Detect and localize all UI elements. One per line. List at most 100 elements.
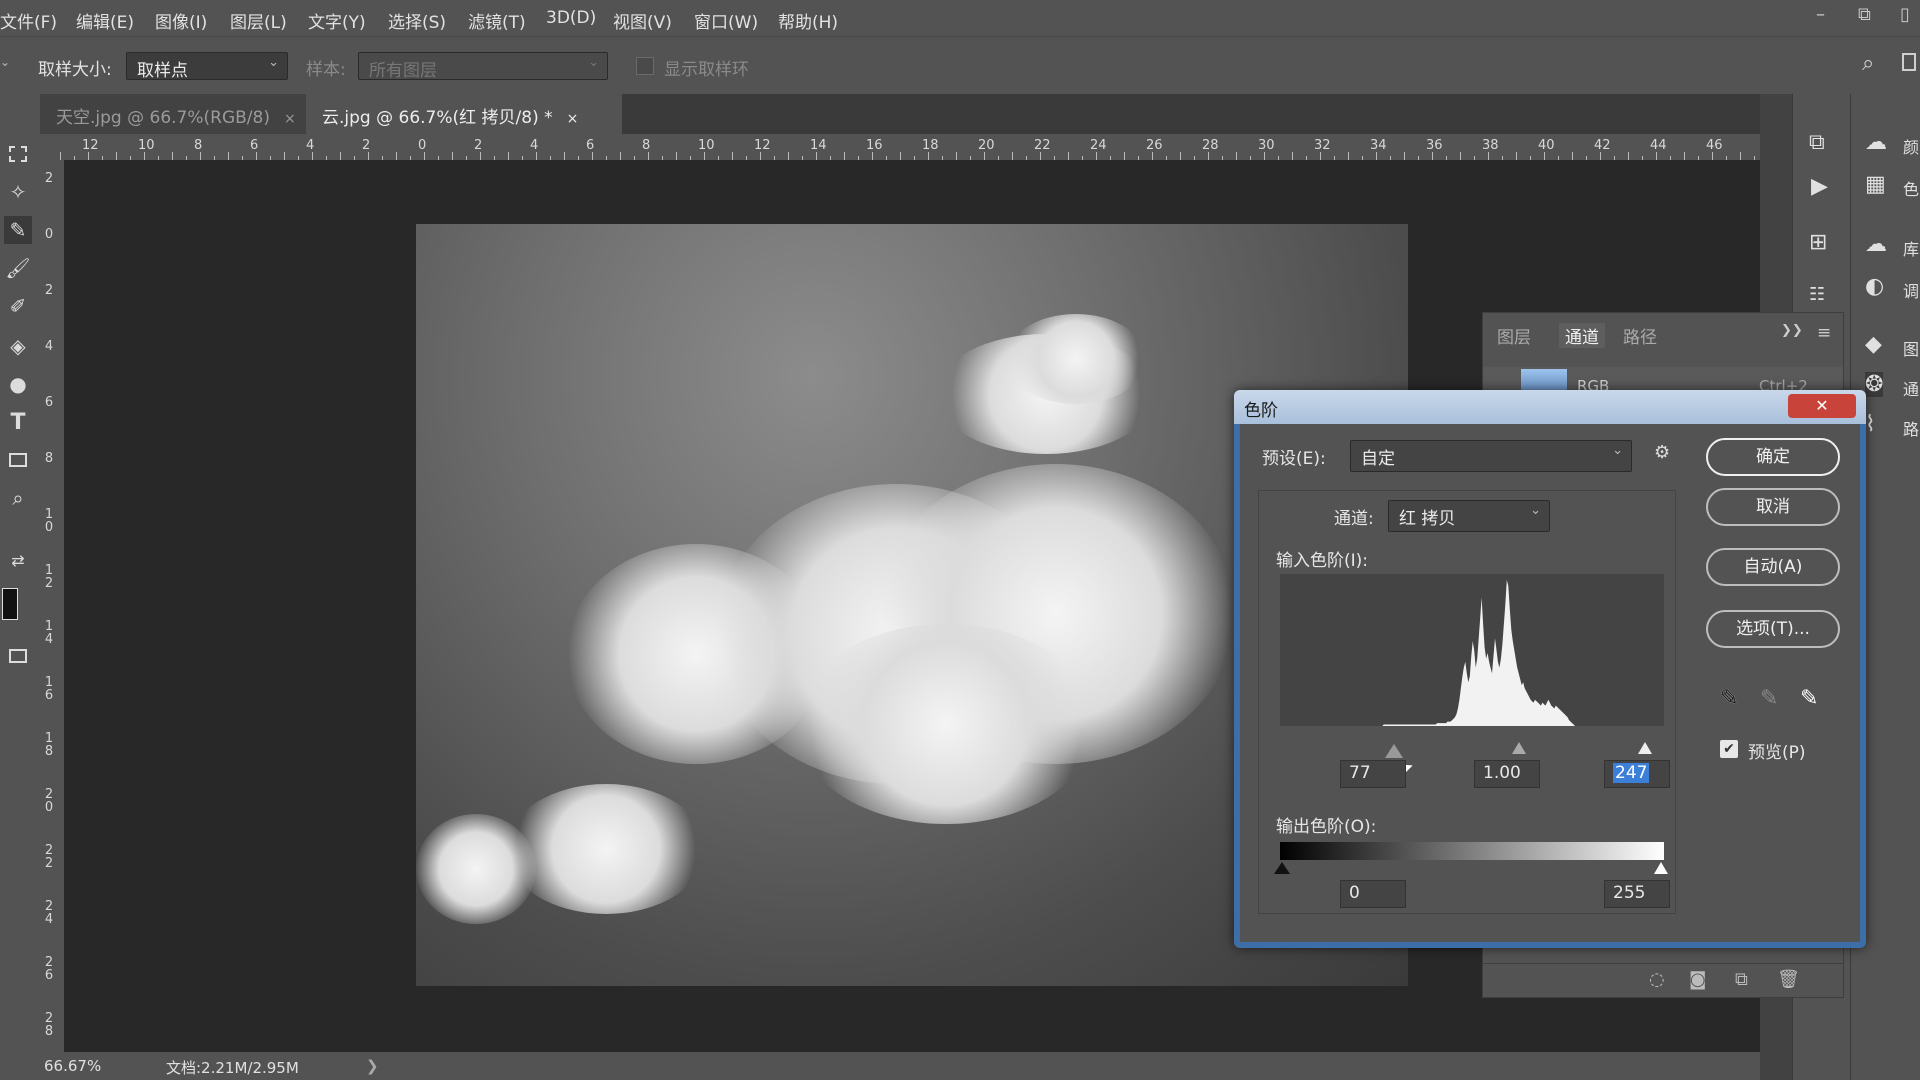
tab-layers[interactable]: 图层 <box>1497 323 1531 348</box>
libraries-panel-icon[interactable]: ☁ <box>1865 232 1887 257</box>
menu-help[interactable]: 帮助(H) <box>778 8 838 33</box>
ruler-tick-label: 2 <box>474 138 483 153</box>
menu-filter[interactable]: 滤镜(T) <box>468 8 526 33</box>
zoom-level[interactable]: 66.67% <box>44 1057 101 1075</box>
layers-panel-icon[interactable]: ◆ <box>1865 332 1882 357</box>
properties-panel-icon[interactable]: ⊞ <box>1809 230 1827 255</box>
paths-panel-icon[interactable]: ⌇ <box>1865 412 1876 437</box>
preview-checkbox[interactable]: ✔ <box>1720 740 1738 758</box>
swatches-panel-label[interactable]: 色 <box>1903 176 1919 200</box>
delete-channel-icon[interactable]: 🗑 <box>1777 969 1800 990</box>
preset-gear-icon[interactable]: ⚙ <box>1654 442 1670 463</box>
output-black-field[interactable]: 0 <box>1340 880 1406 908</box>
channel-select[interactable]: 红 拷贝 ⌄ <box>1388 500 1550 532</box>
rectangle-tool-icon[interactable] <box>4 446 32 474</box>
history-brush-icon[interactable]: ✐ <box>4 292 32 320</box>
paint-bucket-icon[interactable]: ◈ <box>4 332 32 360</box>
menu-type[interactable]: 文字(Y) <box>308 8 366 33</box>
color-panel-icon[interactable]: ☁ <box>1865 130 1887 155</box>
channels-panel-label[interactable]: 通 <box>1903 376 1919 400</box>
menu-view[interactable]: 视图(V) <box>613 8 672 33</box>
menu-window[interactable]: 窗口(W) <box>694 8 758 33</box>
status-menu-arrow-icon[interactable]: ❯ <box>366 1057 379 1075</box>
workspace-icon[interactable] <box>1902 53 1916 71</box>
ruler-tick-label: 2 <box>44 283 54 298</box>
ruler-tick-label: 28 <box>1202 138 1219 153</box>
cancel-button[interactable]: 取消 <box>1706 488 1840 526</box>
paths-panel-label[interactable]: 路 <box>1903 416 1919 440</box>
actions-play-icon[interactable]: ▶ <box>1811 174 1828 199</box>
output-white-field[interactable]: 255 <box>1604 880 1670 908</box>
input-white-field[interactable]: 247 <box>1604 760 1670 788</box>
preset-select[interactable]: 自定 ⌄ <box>1350 440 1632 472</box>
sample-select[interactable]: 所有图层 ⌄ <box>358 52 608 81</box>
black-eyedropper-icon[interactable]: ✎ <box>1720 686 1738 711</box>
tab-paths[interactable]: 路径 <box>1623 323 1657 348</box>
sample-size-label: 取样大小: <box>38 60 112 80</box>
tool-preset-chevron-icon[interactable]: ⌄ <box>0 55 10 69</box>
menu-3d[interactable]: 3D(D) <box>546 8 596 28</box>
output-white-slider[interactable] <box>1654 862 1668 874</box>
options-button[interactable]: 选项(T)... <box>1706 610 1840 648</box>
tab-channels[interactable]: 通道 <box>1559 323 1605 348</box>
marquee-tool-icon[interactable] <box>4 140 32 168</box>
color-panel-label[interactable]: 颜 <box>1903 134 1919 158</box>
auto-button[interactable]: 自动(A) <box>1706 548 1840 586</box>
panel-collapse-icon[interactable]: ❯❯ <box>1781 323 1803 338</box>
load-selection-icon[interactable]: ◌ <box>1649 969 1665 990</box>
save-selection-icon[interactable]: ◙ <box>1689 969 1706 990</box>
input-gamma-field[interactable]: 1.00 <box>1474 760 1540 788</box>
eyedropper-icon[interactable]: ✎ <box>4 216 32 244</box>
brush-settings-icon[interactable]: ☷ <box>1809 284 1825 305</box>
show-ring-checkbox[interactable] <box>636 57 654 75</box>
swatches-panel-icon[interactable]: ▦ <box>1865 172 1886 197</box>
ruler-tick-label: 24 <box>44 899 54 927</box>
menu-select[interactable]: 选择(S) <box>388 8 446 33</box>
adjustments-panel-icon[interactable]: ◐ <box>1865 274 1884 299</box>
panel-menu-icon[interactable]: ≡ <box>1817 323 1831 343</box>
libraries-panel-label[interactable]: 库 <box>1903 236 1919 260</box>
close-tab-icon[interactable]: × <box>567 111 579 127</box>
gray-eyedropper-icon[interactable]: ✎ <box>1760 686 1778 711</box>
ruler-tick-label: 12 <box>44 563 54 591</box>
swap-colors-icon[interactable]: ⇄ <box>4 546 32 574</box>
menu-edit[interactable]: 编辑(E) <box>76 8 134 33</box>
magic-wand-icon[interactable]: ✧ <box>4 178 32 206</box>
foreground-color-swatch[interactable] <box>2 588 18 620</box>
menu-file[interactable]: 文件(F) <box>0 8 57 33</box>
restore-icon[interactable]: ⧉ <box>1858 4 1871 25</box>
preset-value: 自定 <box>1361 449 1395 469</box>
input-black-field[interactable]: 77 <box>1340 760 1406 788</box>
close-tab-icon[interactable]: × <box>284 111 296 127</box>
histogram <box>1280 574 1664 726</box>
adjustments-panel-label[interactable]: 调 <box>1903 278 1919 302</box>
close-window-icon[interactable]: ▯ <box>1900 4 1910 25</box>
dialog-body: 预设(E): 自定 ⌄ ⚙ 通道: 红 拷贝 ⌄ 输入色阶(I): ➤ 77 1… <box>1240 424 1860 942</box>
minimize-icon[interactable]: – <box>1816 4 1825 25</box>
ruler-tick-label: 0 <box>418 138 427 153</box>
new-channel-icon[interactable]: ⧉ <box>1735 969 1748 990</box>
channels-panel-icon[interactable]: ❂ <box>1865 372 1884 397</box>
search-icon[interactable]: ⌕ <box>1862 51 1874 76</box>
input-gamma-slider[interactable] <box>1512 742 1526 754</box>
menu-image[interactable]: 图像(I) <box>155 8 207 33</box>
history-panel-icon[interactable]: ⧉ <box>1809 130 1825 155</box>
dialog-close-button[interactable]: ✕ <box>1788 394 1856 418</box>
ok-button[interactable]: 确定 <box>1706 438 1840 476</box>
output-black-slider[interactable] <box>1274 862 1290 874</box>
tab-sky-document[interactable]: 天空.jpg @ 66.7%(RGB/8) × <box>40 94 306 134</box>
white-eyedropper-icon[interactable]: ✎ <box>1800 686 1818 711</box>
type-tool-icon[interactable]: T <box>4 408 32 436</box>
brush-icon[interactable]: 🖌 <box>4 254 32 282</box>
layers-panel-label[interactable]: 图 <box>1903 336 1919 360</box>
input-levels-label: 输入色阶(I): <box>1276 551 1369 571</box>
sample-size-select[interactable]: 取样点 ⌄ <box>126 52 288 81</box>
input-white-slider[interactable] <box>1638 742 1652 754</box>
dialog-title-bar[interactable]: 色阶 ✕ <box>1234 390 1866 424</box>
ruler-tick-label: 20 <box>978 138 995 153</box>
screen-mode-icon[interactable] <box>4 642 32 670</box>
zoom-tool-icon[interactable]: ⌕ <box>4 484 32 512</box>
dodge-icon[interactable]: ● <box>4 370 32 398</box>
menu-layer[interactable]: 图层(L) <box>230 8 287 33</box>
tab-cloud-document[interactable]: 云.jpg @ 66.7%(红 拷贝/8) * × <box>306 94 622 134</box>
